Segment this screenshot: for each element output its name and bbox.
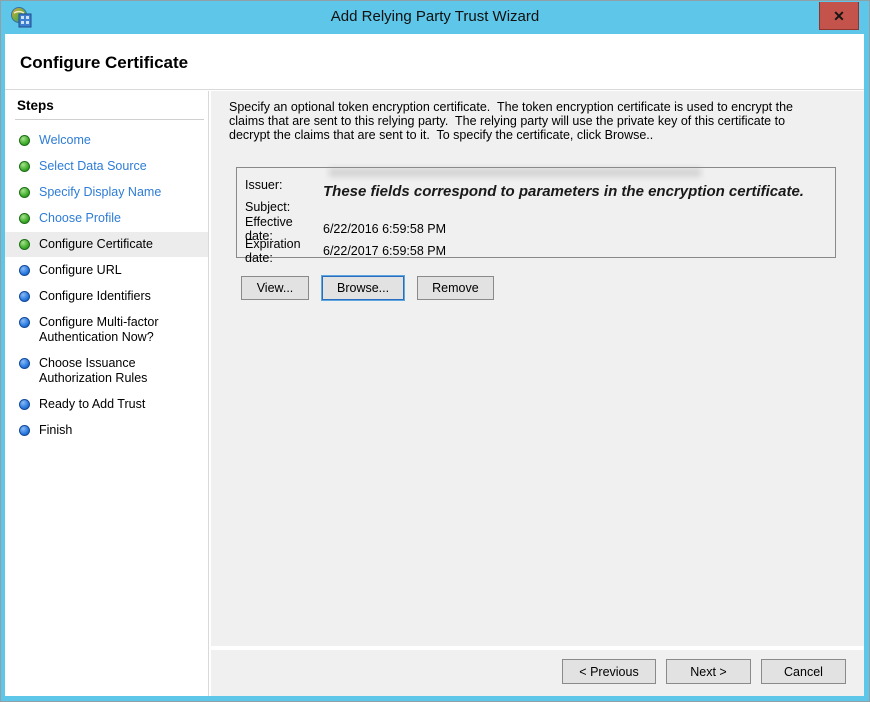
certificate-buttons: View... Browse... Remove [241,276,494,300]
instructions-text: Specify an optional token encryption cer… [229,100,811,142]
cancel-button[interactable]: Cancel [761,659,846,684]
completed-step-icon [19,213,30,224]
certificate-field-row: Effective date:6/22/2016 6:59:58 PM [237,218,835,240]
upcoming-step-icon [19,265,30,276]
content-panel: Specify an optional token encryption cer… [211,91,864,646]
step-label: Configure Identifiers [39,289,151,304]
completed-step-icon [19,187,30,198]
step-label: Configure Multi-factor Authentication No… [39,315,194,345]
remove-button[interactable]: Remove [417,276,494,300]
certificate-field-row: Expiration date:6/22/2017 6:59:58 PM [237,240,835,262]
field-value: 6/22/2017 6:59:58 PM [323,244,446,258]
field-label: Subject: [245,200,323,214]
page-header: Configure Certificate [5,34,864,90]
completed-step-icon [19,135,30,146]
sidebar-step-6: Configure URL [5,258,208,283]
step-label: Welcome [39,133,91,148]
field-label: Issuer: [245,178,323,192]
sidebar-step-3[interactable]: Specify Display Name [5,180,208,205]
next-button[interactable]: Next > [666,659,751,684]
sidebar-step-10: Ready to Add Trust [5,392,208,417]
steps-list: Welcome Select Data Source Specify Display… [5,128,208,443]
completed-step-icon [19,161,30,172]
upcoming-step-icon [19,317,30,328]
sidebar-step-11: Finish [5,418,208,443]
step-label: Finish [39,423,72,438]
step-label: Configure Certificate [39,237,153,252]
upcoming-step-icon [19,291,30,302]
step-label: Choose Profile [39,211,121,226]
upcoming-step-icon [19,358,30,369]
sidebar-step-2[interactable]: Select Data Source [5,154,208,179]
steps-sidebar: Steps Welcome Select Data Source Specify D… [5,91,209,696]
upcoming-step-icon [19,425,30,436]
step-label: Specify Display Name [39,185,161,200]
upcoming-step-icon [19,399,30,410]
field-label: Expiration date: [245,237,323,265]
step-label: Select Data Source [39,159,147,174]
steps-divider [15,119,204,120]
footer-bar: < Previous Next > Cancel [211,650,864,696]
view-button[interactable]: View... [241,276,309,300]
steps-heading: Steps [5,91,208,119]
sidebar-step-4[interactable]: Choose Profile [5,206,208,231]
completed-step-icon [19,239,30,250]
window-title: Add Relying Party Trust Wizard [1,8,869,25]
browse-button[interactable]: Browse... [322,276,404,300]
step-label: Ready to Add Trust [39,397,145,412]
sidebar-step-7: Configure Identifiers [5,284,208,309]
sidebar-step-1[interactable]: Welcome [5,128,208,153]
step-label: Configure URL [39,263,122,278]
titlebar: Add Relying Party Trust Wizard ✕ [1,1,869,34]
wizard-window: Add Relying Party Trust Wizard ✕ Configu… [0,0,870,702]
field-value: 6/22/2016 6:59:58 PM [323,222,446,236]
sidebar-step-8: Configure Multi-factor Authentication No… [5,310,208,350]
close-button[interactable]: ✕ [819,2,859,30]
sidebar-step-9: Choose Issuance Authorization Rules [5,351,208,391]
certificate-details-box: Issuer: Subject: Effective date:6/22/2016 … [236,167,836,258]
previous-button[interactable]: < Previous [562,659,656,684]
step-label: Choose Issuance Authorization Rules [39,356,194,386]
sidebar-step-5: Configure Certificate [5,232,208,257]
annotation-text: These fields correspond to parameters in… [323,183,804,200]
page-title: Configure Certificate [20,53,864,73]
client-area: Configure Certificate Steps Welcome Selec… [5,34,864,696]
